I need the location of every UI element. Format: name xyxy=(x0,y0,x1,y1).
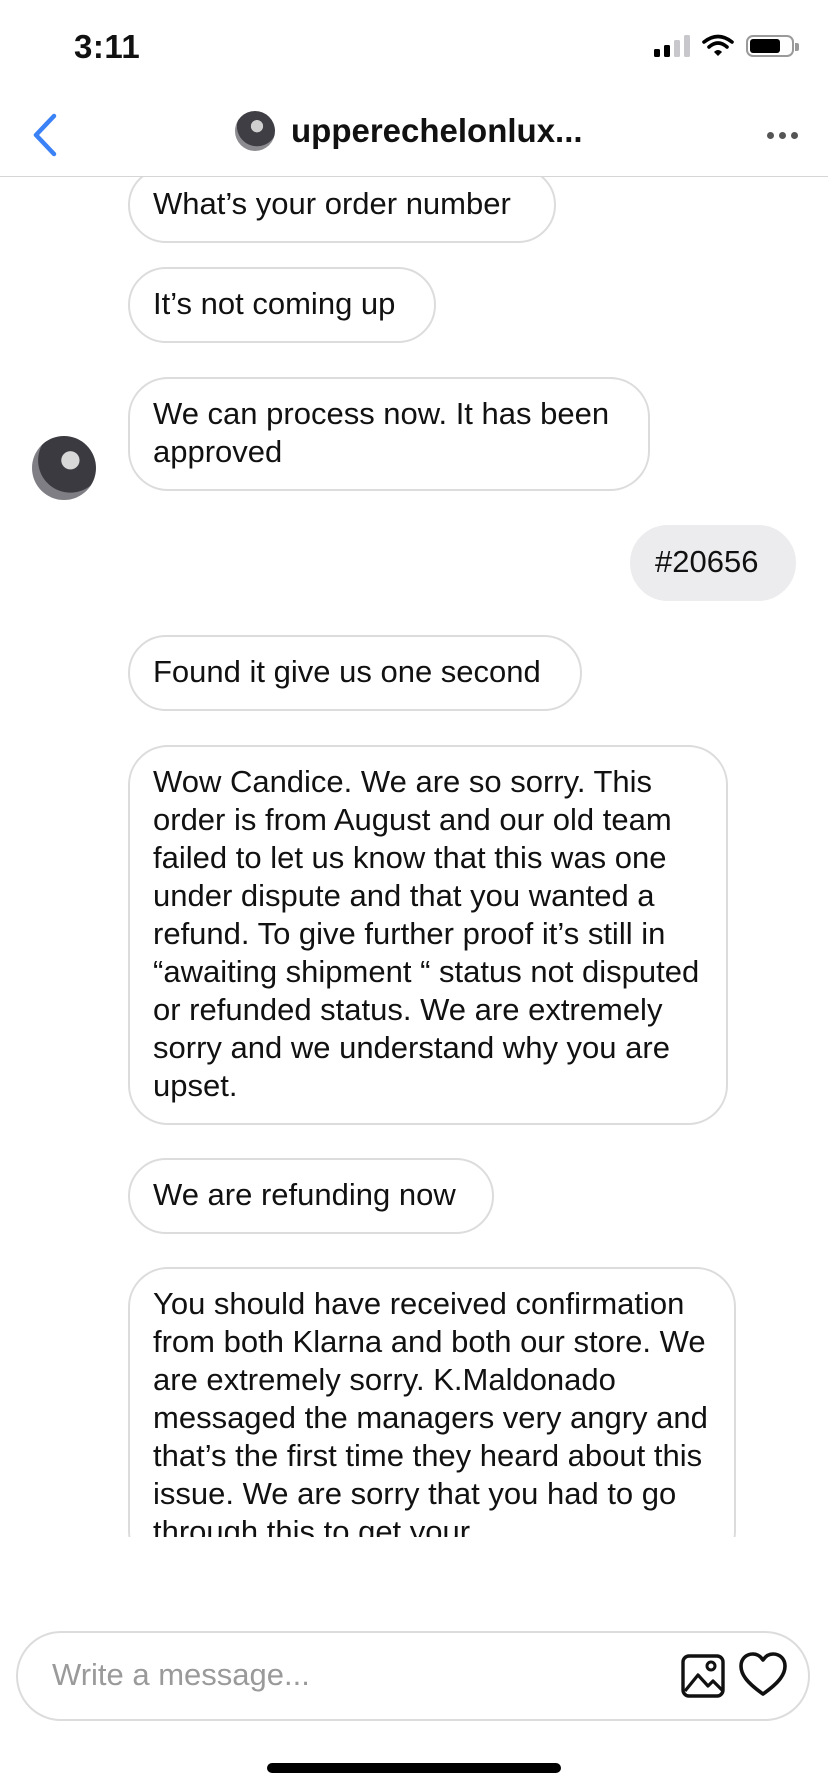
contact-name: upperechelonlux... xyxy=(291,112,583,149)
message-input[interactable]: Write a message... xyxy=(52,1657,310,1693)
message-bubble: It’s not coming up xyxy=(128,267,436,343)
more-options-button[interactable] xyxy=(767,120,798,150)
message-composer[interactable]: Write a message... xyxy=(16,1631,810,1721)
sender-avatar xyxy=(32,436,96,500)
contact-avatar xyxy=(235,111,275,151)
back-button[interactable] xyxy=(18,108,72,162)
home-indicator[interactable] xyxy=(267,1763,561,1773)
message-bubble: We are refunding now xyxy=(128,1158,494,1234)
wifi-icon xyxy=(702,34,734,56)
image-icon[interactable] xyxy=(680,1653,726,1699)
heart-icon[interactable] xyxy=(738,1651,788,1699)
message-bubble: You should have received confirmation fr… xyxy=(128,1267,736,1537)
battery-icon xyxy=(746,35,799,57)
status-time: 3:11 xyxy=(74,28,141,65)
cellular-signal-icon xyxy=(654,35,690,57)
chat-header: upperechelonlux... xyxy=(0,96,828,177)
conversation-title[interactable]: upperechelonlux... xyxy=(235,111,583,151)
message-bubble: Wow Candice. We are so sorry. This order… xyxy=(128,745,728,1125)
my-message-bubble: #20656 xyxy=(630,525,796,601)
message-bubble: What’s your order number xyxy=(128,177,556,243)
message-bubble: We can process now. It has been approved xyxy=(128,377,650,491)
status-icons xyxy=(654,34,799,58)
chevron-left-icon xyxy=(33,113,57,157)
status-bar: 3:11 xyxy=(0,0,828,96)
message-list[interactable]: What’s your order number It’s not coming… xyxy=(0,177,828,1537)
ellipsis-icon xyxy=(767,131,774,139)
message-bubble: Found it give us one second xyxy=(128,635,582,711)
